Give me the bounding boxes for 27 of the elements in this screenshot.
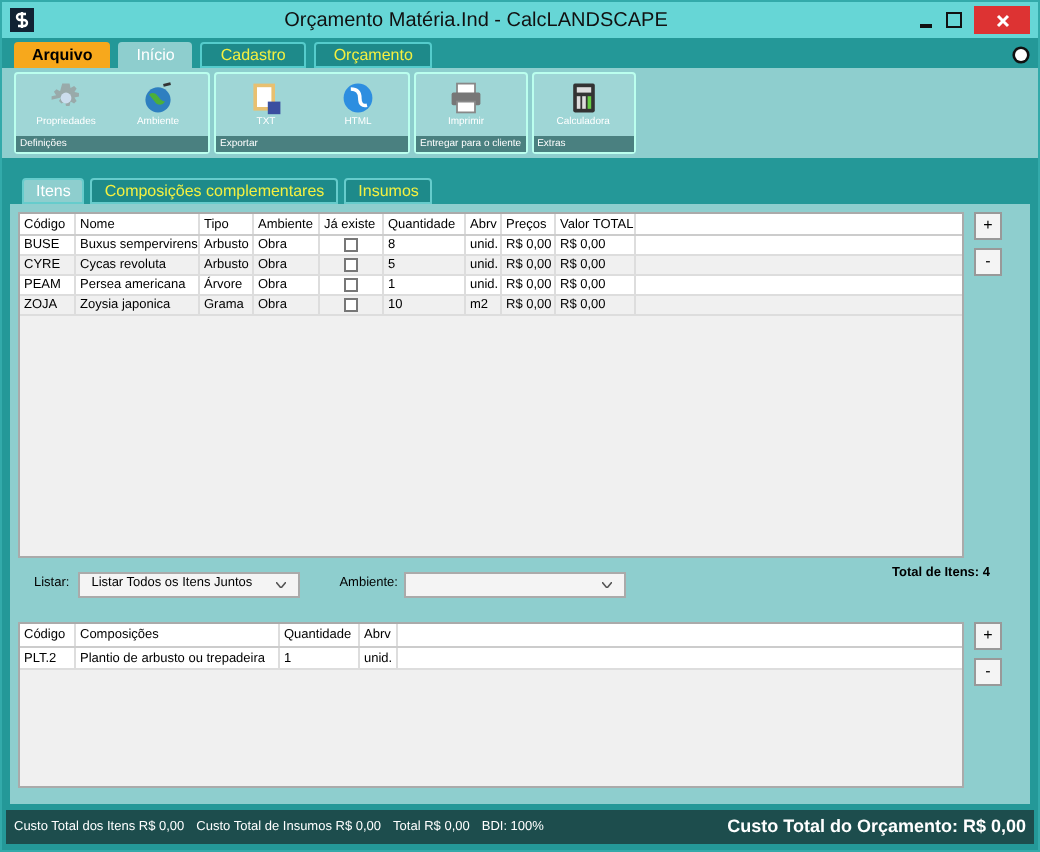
globe-icon [140, 79, 176, 116]
add-button[interactable]: + [974, 212, 1002, 240]
tab[interactable]: Composições complementares [90, 178, 339, 204]
app-logo-icon [10, 8, 34, 32]
globe-icon [340, 79, 376, 116]
file-menu-tab[interactable]: Arquivo [14, 42, 111, 68]
checkbox[interactable] [344, 278, 358, 292]
remove-button[interactable]: - [974, 248, 1002, 276]
budget-total: Custo Total do Orçamento: R$ 0,00 [727, 813, 1026, 840]
checkbox[interactable] [344, 258, 358, 272]
add-button[interactable]: + [974, 622, 1002, 650]
remove-button[interactable]: - [974, 658, 1002, 686]
close-icon [995, 13, 1009, 27]
tab[interactable]: Itens [22, 178, 85, 204]
maximize-icon[interactable] [946, 12, 962, 28]
chevron-down-icon [275, 581, 286, 587]
ribbon-tab[interactable]: Início [118, 42, 193, 68]
ribbon-tab[interactable]: Cadastro [200, 42, 306, 68]
tab[interactable]: Insumos [344, 178, 433, 204]
checkbox[interactable] [344, 238, 358, 252]
window-title: Orçamento Matéria.Ind - CalcLANDSCAPE [282, 7, 670, 35]
checkbox[interactable] [344, 298, 358, 312]
ribbon-tab[interactable]: Orçamento [313, 42, 433, 68]
close-button[interactable] [974, 6, 1030, 34]
printer-icon [448, 79, 484, 116]
chevron-down-icon [601, 581, 612, 587]
document-icon [248, 79, 284, 116]
